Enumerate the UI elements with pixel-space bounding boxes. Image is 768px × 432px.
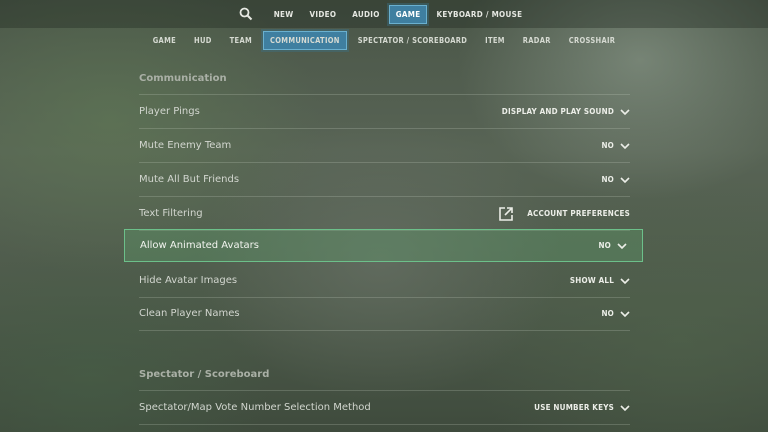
section-title-spectator-scoreboard: Spectator / Scoreboard: [139, 369, 270, 380]
hide-avatar-images-dropdown[interactable]: SHOW ALL: [570, 276, 630, 286]
link-label: ACCOUNT PREFERENCES: [527, 209, 630, 218]
chevron-down-icon: [620, 141, 630, 151]
setting-row-player-pings[interactable]: Player Pings DISPLAY AND PLAY SOUND: [139, 95, 630, 129]
setting-row-map-vote-selection-method[interactable]: Spectator/Map Vote Number Selection Meth…: [139, 391, 630, 425]
setting-label: Mute All But Friends: [139, 174, 240, 185]
allow-animated-avatars-dropdown[interactable]: NO: [598, 241, 627, 251]
subtab-communication[interactable]: COMMUNICATION: [263, 30, 347, 50]
clean-player-names-dropdown[interactable]: NO: [601, 309, 630, 319]
setting-label: Text Filtering: [139, 208, 203, 219]
setting-row-hide-avatar-images[interactable]: Hide Avatar Images SHOW ALL: [139, 264, 630, 298]
setting-row-mute-all-but-friends[interactable]: Mute All But Friends NO: [139, 163, 630, 197]
setting-row-text-filtering: Text Filtering ACCOUNT PREFERENCES: [139, 197, 630, 231]
setting-row-clean-player-names[interactable]: Clean Player Names NO: [139, 297, 630, 331]
chevron-down-icon: [620, 403, 630, 413]
setting-row-mute-enemy-team[interactable]: Mute Enemy Team NO: [139, 129, 630, 163]
external-link-icon: [497, 205, 515, 223]
mute-all-but-friends-dropdown[interactable]: NO: [601, 175, 630, 185]
search-icon[interactable]: [238, 6, 254, 22]
subtab-spectator-scoreboard[interactable]: SPECTATOR / SCOREBOARD: [351, 31, 474, 50]
setting-label: Clean Player Names: [139, 308, 240, 319]
tab-video[interactable]: VIDEO: [302, 5, 343, 24]
player-pings-dropdown[interactable]: DISPLAY AND PLAY SOUND: [502, 107, 630, 117]
tab-game[interactable]: GAME: [388, 4, 428, 24]
setting-row-allow-animated-avatars[interactable]: Allow Animated Avatars NO: [124, 229, 643, 262]
setting-label: Hide Avatar Images: [139, 275, 238, 286]
chevron-down-icon: [617, 241, 627, 251]
tab-audio[interactable]: AUDIO: [345, 5, 386, 24]
subtab-radar[interactable]: RADAR: [516, 31, 558, 50]
top-nav: NEW VIDEO AUDIO GAME KEYBOARD / MOUSE: [0, 0, 768, 28]
subtab-game[interactable]: GAME: [146, 31, 183, 50]
tab-new[interactable]: NEW: [267, 5, 301, 24]
setting-label: Allow Animated Avatars: [140, 240, 259, 251]
map-vote-selection-dropdown[interactable]: USE NUMBER KEYS: [534, 403, 630, 413]
subtab-hud[interactable]: HUD: [187, 31, 219, 50]
sub-nav: GAME HUD TEAM COMMUNICATION SPECTATOR / …: [0, 28, 768, 52]
chevron-down-icon: [620, 107, 630, 117]
chevron-down-icon: [620, 309, 630, 319]
chevron-down-icon: [620, 175, 630, 185]
dropdown-value: USE NUMBER KEYS: [534, 403, 614, 412]
chevron-down-icon: [620, 276, 630, 286]
setting-label: Mute Enemy Team: [139, 140, 232, 151]
dropdown-value: DISPLAY AND PLAY SOUND: [501, 107, 614, 116]
dropdown-value: NO: [601, 175, 614, 184]
subtab-crosshair[interactable]: CROSSHAIR: [562, 31, 623, 50]
dropdown-value: SHOW ALL: [569, 276, 614, 285]
setting-label: Player Pings: [139, 106, 200, 117]
dropdown-value: NO: [598, 241, 611, 250]
subtab-team[interactable]: TEAM: [223, 31, 259, 50]
dropdown-value: NO: [601, 141, 614, 150]
tab-keyboard-mouse[interactable]: KEYBOARD / MOUSE: [429, 5, 529, 24]
section-title-communication: Communication: [139, 73, 227, 84]
subtab-item[interactable]: ITEM: [478, 31, 512, 50]
setting-label: Spectator/Map Vote Number Selection Meth…: [139, 402, 371, 413]
mute-enemy-team-dropdown[interactable]: NO: [601, 141, 630, 151]
account-preferences-link[interactable]: ACCOUNT PREFERENCES: [497, 205, 630, 223]
dropdown-value: NO: [601, 309, 614, 318]
